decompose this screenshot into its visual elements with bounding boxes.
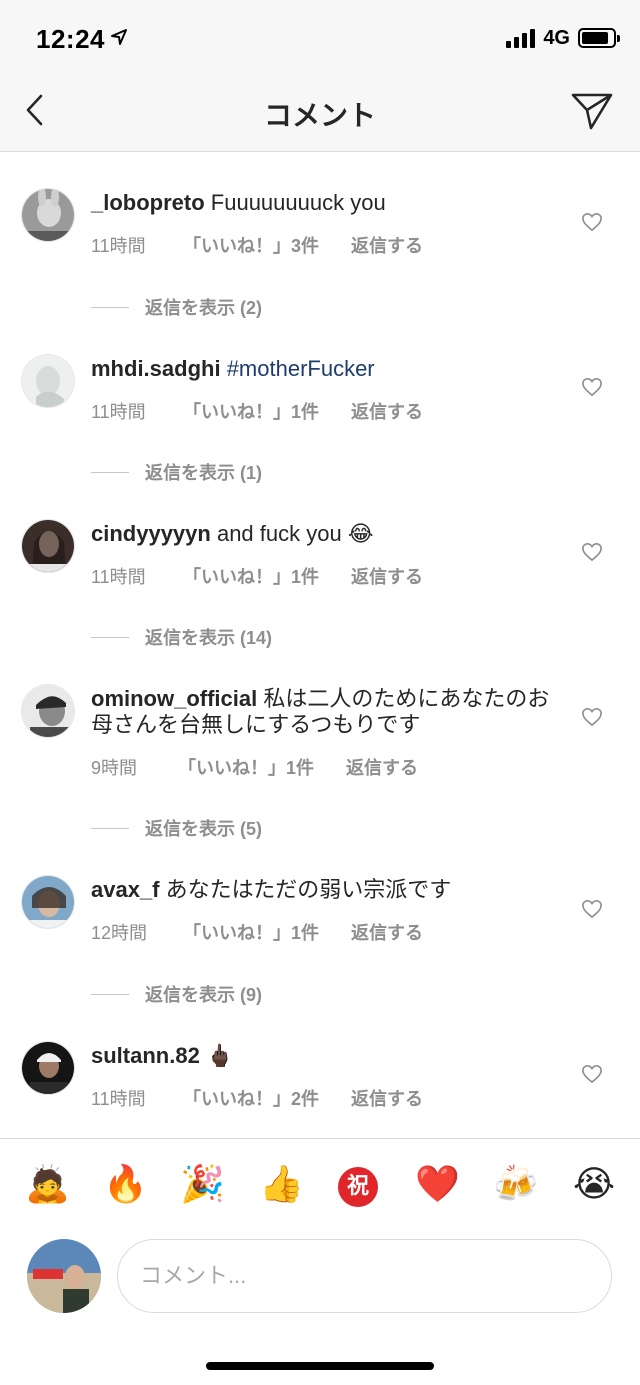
comment-likes[interactable]: 「いいね！」1件 xyxy=(178,754,346,780)
reply-button[interactable]: 返信する xyxy=(351,919,423,945)
view-replies[interactable]: 返信を表示 (2) xyxy=(91,294,262,320)
view-replies[interactable]: 返信を表示 (14) xyxy=(91,624,272,650)
reply-button[interactable]: 返信する xyxy=(346,754,418,780)
comment-username[interactable]: mhdi.sadghi xyxy=(91,356,221,381)
avatar[interactable] xyxy=(21,1041,75,1095)
comment-text: ominow_official 私は二人のためにあなたのお母さんを台無しにするつ… xyxy=(91,686,561,738)
comment-time: 12時間 xyxy=(91,923,148,943)
comment-meta: 11時間 「いいね！」3件 返信する xyxy=(91,232,423,258)
direct-send-icon[interactable] xyxy=(570,90,614,132)
battery-icon xyxy=(578,28,620,48)
view-replies-label[interactable]: 返信を表示 (1) xyxy=(145,459,262,485)
comment-body: あなたはただの弱い宗派です xyxy=(159,877,452,902)
comment-text: avax_f あなたはただの弱い宗派です xyxy=(91,877,561,903)
nav-bar: コメント xyxy=(0,70,640,152)
comment-body: and fuck you xyxy=(210,521,348,546)
home-indicator xyxy=(206,1362,434,1370)
avatar[interactable] xyxy=(21,875,75,929)
comment-composer xyxy=(0,1234,640,1385)
avatar[interactable] xyxy=(21,684,75,738)
comment-likes[interactable]: 「いいね！」1件 xyxy=(183,398,351,424)
heart-icon[interactable] xyxy=(581,899,603,919)
comment-likes[interactable]: 「いいね！」2件 xyxy=(183,1085,351,1111)
emoji-beer-mugs[interactable]: 🍻 xyxy=(493,1165,538,1205)
page-title: コメント xyxy=(263,100,376,131)
view-replies[interactable]: 返信を表示 (9) xyxy=(91,981,262,1007)
comment-username[interactable]: _lobopreto xyxy=(91,190,205,215)
comment-time: 11時間 xyxy=(91,1089,146,1109)
view-replies-label[interactable]: 返信を表示 (2) xyxy=(145,294,262,320)
comment-username[interactable]: avax_f xyxy=(91,877,160,902)
avatar[interactable] xyxy=(21,519,75,573)
emoji-bar: 🙇 🔥 🎉 👍 祝 ❤️ 🍻 😭 xyxy=(0,1138,640,1234)
heart-icon[interactable] xyxy=(581,1064,603,1084)
emoji-bow[interactable]: 🙇 xyxy=(25,1165,70,1205)
comment-username[interactable]: ominow_official xyxy=(91,686,257,711)
avatar[interactable] xyxy=(21,354,75,408)
status-bar: 12:24 4G xyxy=(0,0,640,70)
heart-icon[interactable] xyxy=(581,377,603,397)
emoji-fire[interactable]: 🔥 xyxy=(103,1165,148,1205)
heart-icon[interactable] xyxy=(581,707,603,727)
emoji-crying[interactable]: 😭 xyxy=(572,1165,616,1205)
signal-icon xyxy=(506,28,536,48)
comment-time: 11時間 xyxy=(91,567,146,587)
comment-meta: 11時間 「いいね！」1件 返信する xyxy=(91,563,423,589)
my-avatar xyxy=(27,1239,101,1313)
status-time: 12:24 xyxy=(36,24,105,54)
comment-meta: 11時間 「いいね！」1件 返信する xyxy=(91,398,423,424)
comment-text: sultann.82 🖕🏿 xyxy=(91,1043,561,1069)
comment-likes[interactable]: 「いいね！」1件 xyxy=(183,919,351,945)
emoji-thumbs-up[interactable]: 👍 xyxy=(259,1165,304,1205)
replies-divider xyxy=(91,306,129,308)
comment-body: Fuuuuuuuuck you xyxy=(204,190,386,215)
replies-divider xyxy=(91,993,129,995)
network-type: 4G xyxy=(543,26,570,49)
comment-likes[interactable]: 「いいね！」3件 xyxy=(183,232,351,258)
view-replies[interactable]: 返信を表示 (5) xyxy=(91,815,262,841)
comment-time: 11時間 xyxy=(91,236,146,256)
replies-divider xyxy=(91,827,129,829)
replies-divider xyxy=(91,636,129,638)
reply-button[interactable]: 返信する xyxy=(351,232,423,258)
comment-time: 11時間 xyxy=(91,402,146,422)
comment-text: _lobopreto Fuuuuuuuuck you xyxy=(91,190,561,216)
avatar[interactable] xyxy=(21,188,75,242)
location-arrow-icon xyxy=(111,29,127,45)
comment-time: 9時間 xyxy=(91,758,138,778)
status-indicators: 4G xyxy=(506,26,620,50)
heart-icon[interactable] xyxy=(581,542,603,562)
reply-button[interactable]: 返信する xyxy=(351,563,423,589)
view-replies-label[interactable]: 返信を表示 (9) xyxy=(145,981,262,1007)
reply-button[interactable]: 返信する xyxy=(351,1085,423,1111)
comment-meta: 11時間 「いいね！」2件 返信する xyxy=(91,1085,423,1111)
comment-input[interactable] xyxy=(117,1239,612,1313)
emoji-iwai[interactable]: 祝 xyxy=(338,1167,378,1207)
comment-username[interactable]: cindyyyyyn xyxy=(91,521,211,546)
heart-icon[interactable] xyxy=(581,212,603,232)
view-replies-label[interactable]: 返信を表示 (14) xyxy=(145,624,272,650)
reply-button[interactable]: 返信する xyxy=(351,398,423,424)
comment-text: cindyyyyyn and fuck you 😂 xyxy=(91,521,561,547)
comment-meta: 12時間 「いいね！」1件 返信する xyxy=(91,919,423,945)
view-replies[interactable]: 返信を表示 (1) xyxy=(91,459,262,485)
comment-emoji: 😂 xyxy=(347,521,374,546)
comment-likes[interactable]: 「いいね！」1件 xyxy=(183,563,351,589)
comment-emoji: 🖕🏿 xyxy=(205,1043,234,1068)
replies-divider xyxy=(91,471,129,473)
comment-meta: 9時間 「いいね！」1件 返信する xyxy=(91,754,418,780)
view-replies-label[interactable]: 返信を表示 (5) xyxy=(145,815,262,841)
comment-username[interactable]: sultann.82 xyxy=(91,1043,200,1068)
emoji-party-popper[interactable]: 🎉 xyxy=(180,1165,225,1205)
comment-text: mhdi.sadghi #motherFucker xyxy=(91,356,561,382)
emoji-red-heart[interactable]: ❤️ xyxy=(415,1165,460,1205)
comment-hashtag[interactable]: #motherFucker xyxy=(227,356,375,381)
